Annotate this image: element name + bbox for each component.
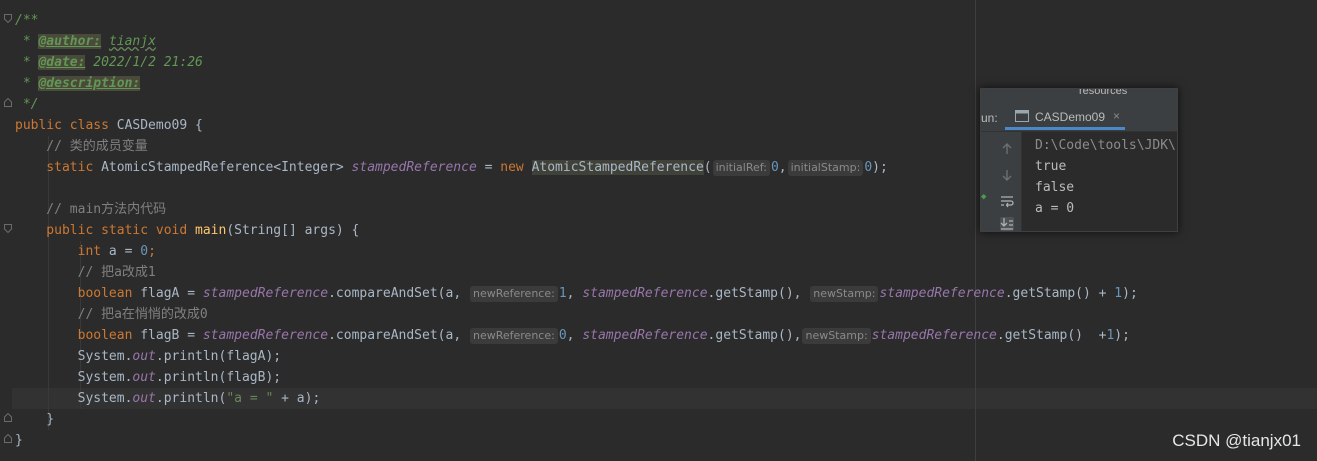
code-line: public class CASDemo09 { xyxy=(15,118,203,133)
code-line: System.out.println("a = " + a); xyxy=(15,391,321,406)
down-arrow-icon[interactable] xyxy=(1000,168,1014,182)
code-line: } xyxy=(15,433,23,448)
console-line: false xyxy=(1035,180,1075,195)
code-line: boolean flagB = stampedReference.compare… xyxy=(15,328,1130,344)
parameter-hint: initialStamp: xyxy=(787,160,864,176)
tab-label: CASDemo09 xyxy=(1035,110,1106,124)
tab-casdemo09[interactable]: CASDemo09 × xyxy=(1005,103,1125,130)
code-line: System.out.println(flagA); xyxy=(15,349,282,364)
scroll-to-end-icon[interactable] xyxy=(1000,217,1014,231)
code-line: // 把a改成1 xyxy=(15,265,156,280)
watermark: CSDN @tianjx01 xyxy=(1172,431,1301,450)
run-panel-left-strip: ◆ xyxy=(981,132,993,231)
resources-label: resources xyxy=(1079,88,1128,97)
code-line: static AtomicStampedReference<Integer> s… xyxy=(15,160,888,176)
fold-icon[interactable] xyxy=(4,434,12,443)
code-line: // 把a在悄悄的改成0 xyxy=(15,307,208,322)
console-tab-icon xyxy=(1015,110,1029,126)
soft-wrap-icon[interactable] xyxy=(1000,194,1014,208)
code-line: // main方法内代码 xyxy=(15,202,167,217)
fold-icon[interactable] xyxy=(4,224,12,233)
fold-icon[interactable] xyxy=(4,98,12,107)
code-line: /** xyxy=(15,13,39,28)
code-line: // 类的成员变量 xyxy=(15,139,148,154)
fold-icon[interactable] xyxy=(4,14,12,23)
right-margin-guide xyxy=(975,0,976,461)
parameter-hint: newStamp: xyxy=(810,286,879,302)
console-line: a = 0 xyxy=(1035,201,1075,216)
run-label: un: xyxy=(981,111,998,125)
run-toolbar xyxy=(993,132,1022,231)
fold-icon[interactable] xyxy=(4,413,12,422)
code-line: */ xyxy=(15,97,39,112)
console-output[interactable]: D:\Code\tools\JDK\ true false a = 0 xyxy=(1035,135,1176,219)
parameter-hint: initialRef: xyxy=(712,160,770,176)
close-icon[interactable]: × xyxy=(1113,109,1120,123)
code-line: * @date: 2022/1/2 21:26 xyxy=(15,55,203,70)
code-line: int a = 0; xyxy=(15,244,156,259)
parameter-hint: newStamp: xyxy=(802,328,871,344)
console-line: true xyxy=(1035,159,1067,174)
parameter-hint: newReference: xyxy=(469,286,558,302)
code-line: * @description: xyxy=(15,76,141,91)
code-line: public static void main(String[] args) { xyxy=(15,223,360,238)
code-line: } xyxy=(15,412,55,427)
code-line: System.out.println(flagB); xyxy=(15,370,282,385)
parameter-hint: newReference: xyxy=(469,328,558,344)
console-line: D:\Code\tools\JDK\ xyxy=(1035,138,1176,153)
run-tab-bar: un: CASDemo09 × xyxy=(981,103,1177,132)
code-line: * @author: tianjx xyxy=(15,34,156,49)
code-line: boolean flagA = stampedReference.compare… xyxy=(15,286,1138,302)
up-arrow-icon[interactable] xyxy=(1000,142,1014,156)
run-arrow-icon: ◆ xyxy=(981,192,987,202)
run-tool-window: resources un: CASDemo09 × ◆ D:\Code\tool… xyxy=(980,88,1178,232)
run-panel-header: resources xyxy=(981,89,1177,103)
